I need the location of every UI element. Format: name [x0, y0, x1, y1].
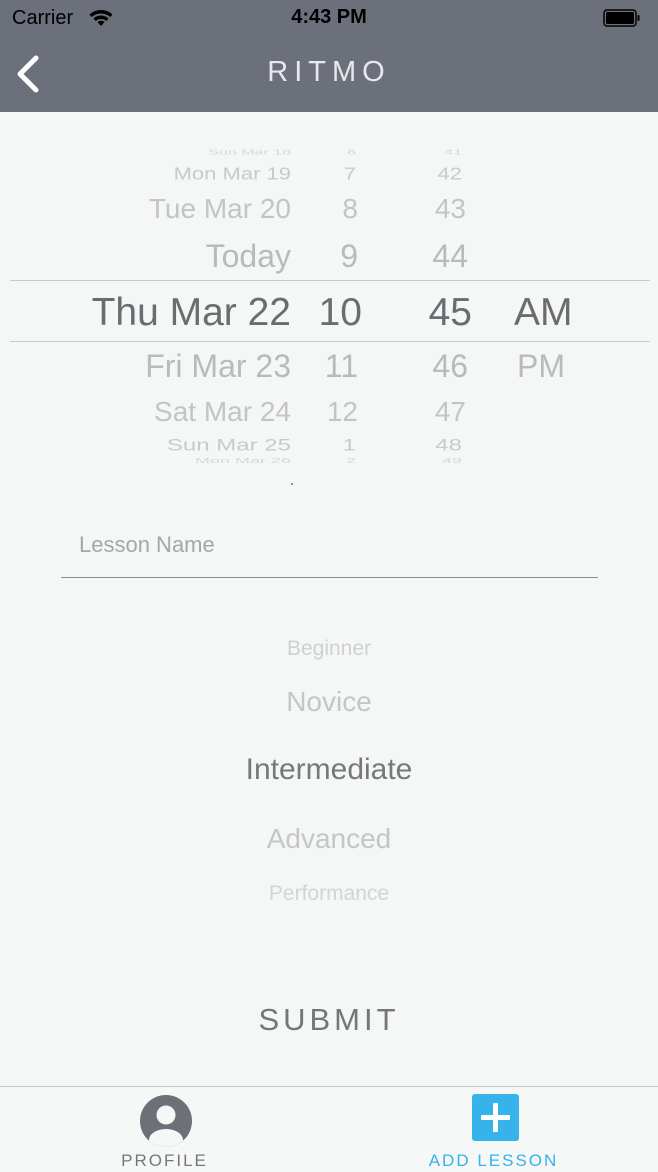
minute-option[interactable]: 47 [435, 398, 466, 426]
hour-option[interactable]: 2 [346, 457, 356, 464]
divider-dot [291, 483, 293, 485]
date-option[interactable]: Fri Mar 23 [145, 350, 291, 382]
minute-option[interactable]: 49 [442, 457, 462, 464]
level-option[interactable]: Novice [0, 688, 658, 716]
date-wheel[interactable]: Sun Mar 18 Mon Mar 19 Tue Mar 20 Today T… [0, 145, 291, 470]
hour-wheel[interactable]: 6 7 8 9 10 11 12 1 2 [300, 145, 362, 470]
hour-option[interactable]: 12 [327, 398, 358, 426]
lesson-name-input[interactable]: Lesson Name [61, 520, 598, 578]
date-option[interactable]: Sat Mar 24 [154, 398, 291, 426]
tab-profile[interactable]: PROFILE [0, 1087, 329, 1172]
date-option[interactable]: Today [206, 240, 291, 272]
level-option[interactable]: Advanced [0, 825, 658, 853]
nav-header: Carrier 4:43 PM RITMO [0, 0, 658, 112]
hour-option[interactable]: 7 [344, 165, 356, 183]
hour-option[interactable]: 1 [343, 437, 356, 454]
lesson-name-placeholder: Lesson Name [79, 532, 215, 557]
date-option[interactable]: Tue Mar 20 [149, 195, 291, 223]
hour-option[interactable]: 11 [325, 350, 358, 382]
date-option[interactable]: Sun Mar 18 [208, 149, 291, 156]
tab-bar: PROFILE ADD LESSON [0, 1086, 658, 1172]
tab-add-lesson-label: ADD LESSON [428, 1151, 559, 1170]
hour-option[interactable]: 8 [342, 195, 358, 223]
minute-option-selected[interactable]: 45 [429, 293, 472, 332]
minute-wheel[interactable]: 41 42 43 44 45 46 47 48 49 [400, 145, 472, 470]
level-option[interactable]: Beginner [0, 638, 658, 659]
screen: Carrier 4:43 PM RITMO Sun Mar 18 Mon Mar… [0, 0, 658, 1172]
datetime-picker[interactable]: Sun Mar 18 Mon Mar 19 Tue Mar 20 Today T… [0, 145, 658, 470]
minute-option[interactable]: 42 [438, 165, 462, 183]
minute-option[interactable]: 48 [435, 437, 462, 454]
status-time: 4:43 PM [291, 6, 367, 28]
minute-option[interactable]: 43 [435, 195, 466, 223]
profile-icon [140, 1095, 192, 1147]
date-option[interactable]: Sun Mar 25 [167, 437, 291, 454]
date-option[interactable]: Mon Mar 26 [195, 457, 291, 464]
add-icon [472, 1094, 519, 1141]
hour-option-selected[interactable]: 10 [319, 293, 362, 332]
tab-add-lesson[interactable]: ADD LESSON [329, 1087, 658, 1172]
submit-button[interactable]: SUBMIT [200, 995, 458, 1045]
hour-option[interactable]: 6 [347, 149, 356, 156]
level-option[interactable]: Performance [0, 883, 658, 904]
date-option-selected[interactable]: Thu Mar 22 [92, 293, 291, 332]
tab-profile-label: PROFILE [121, 1151, 208, 1170]
battery-icon [603, 9, 640, 27]
page-title: RITMO [267, 56, 391, 88]
minute-option[interactable]: 44 [432, 240, 468, 272]
level-option-selected[interactable]: Intermediate [0, 755, 658, 785]
period-option-selected[interactable]: AM [514, 293, 573, 332]
status-bar: Carrier 4:43 PM [0, 0, 658, 38]
minute-option[interactable]: 41 [444, 149, 462, 156]
period-option[interactable]: PM [517, 350, 565, 382]
minute-option[interactable]: 46 [432, 350, 468, 382]
hour-option[interactable]: 9 [340, 240, 358, 272]
level-picker[interactable]: Beginner Novice Intermediate Advanced Pe… [0, 620, 658, 920]
ampm-wheel[interactable]: AM PM [514, 145, 614, 470]
date-option[interactable]: Mon Mar 19 [174, 165, 291, 183]
